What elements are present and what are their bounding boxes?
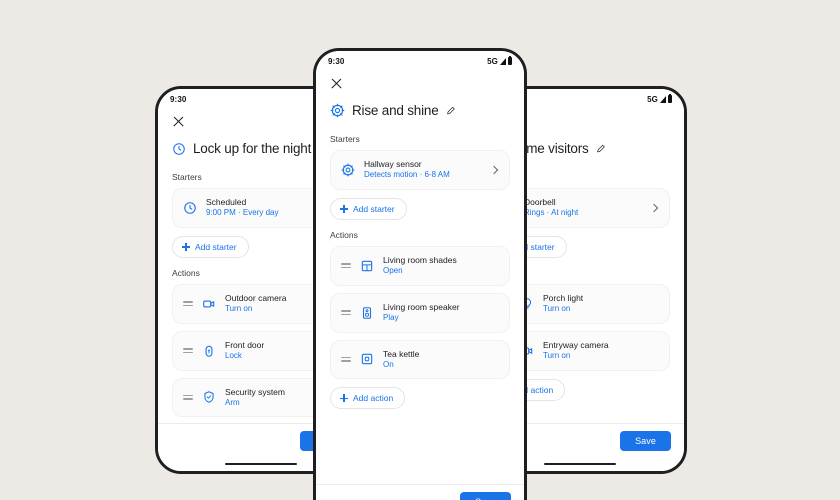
starter-title: Doorbell — [524, 197, 556, 207]
status-bar: 9:30 5G — [316, 51, 524, 71]
kettle-icon — [361, 354, 373, 365]
network-label: 5G — [647, 94, 658, 104]
page-title: Rise and shine — [352, 103, 439, 118]
starter-card-text: Doorbell Rings · At night — [524, 197, 642, 219]
drag-handle-icon[interactable] — [341, 263, 351, 269]
action-card[interactable]: Tea kettle On — [330, 339, 510, 380]
starter-subtitle: 9:00 PM · Every day — [206, 208, 279, 218]
add-starter-label: Add starter — [353, 203, 395, 214]
chevron-right-icon — [649, 203, 659, 213]
starter-title: Scheduled — [206, 197, 247, 207]
starters-section-label: Starters — [330, 134, 360, 144]
add-starter-button[interactable]: Add starter — [172, 235, 249, 258]
add-starter-button[interactable]: Add starter — [330, 197, 407, 220]
status-icons: 5G — [487, 55, 512, 66]
action-subtitle: On — [383, 359, 394, 369]
close-icon — [172, 115, 185, 128]
gear-icon — [330, 103, 345, 118]
lock-icon — [205, 345, 213, 357]
speaker-icon — [362, 306, 372, 319]
starter-subtitle: Rings · At night — [524, 208, 579, 218]
add-starter-label: Add starter — [195, 241, 237, 252]
action-card[interactable]: Living room shades Open — [330, 245, 510, 286]
chevron-right-icon — [489, 165, 499, 175]
phone-screen-center: 9:30 5G Rise and shine Starters Hallway … — [316, 51, 524, 500]
action-card-text: Entryway camera Turn on — [543, 340, 659, 362]
battery-icon — [508, 55, 512, 65]
signal-icon — [660, 95, 666, 103]
status-time: 9:30 — [328, 56, 345, 66]
shades-icon — [361, 260, 373, 271]
status-time: 9:30 — [170, 94, 187, 104]
actions-section-label: Actions — [330, 229, 358, 240]
action-subtitle: Open — [383, 265, 403, 275]
action-title: Porch light — [543, 292, 584, 303]
gear-icon — [341, 163, 355, 177]
edit-pencil-icon[interactable] — [446, 106, 456, 116]
action-title: Entryway camera — [543, 339, 609, 350]
edit-pencil-icon[interactable] — [596, 144, 606, 154]
plus-icon — [340, 394, 348, 403]
automation-title-row: Rise and shine — [316, 94, 524, 124]
starter-card-text: Hallway sensor Detects motion · 6-8 AM — [364, 159, 482, 181]
starter-card[interactable]: Hallway sensor Detects motion · 6-8 AM — [330, 150, 510, 190]
network-label: 5G — [487, 56, 498, 66]
close-icon — [330, 77, 343, 90]
phone-center: 9:30 5G Rise and shine Starters Hallway … — [313, 48, 527, 500]
save-button[interactable]: Save — [620, 431, 671, 451]
app-body-center: Rise and shine Starters Hallway sensor D… — [316, 71, 524, 500]
action-card[interactable]: Living room speaker Play — [330, 292, 510, 333]
starter-title: Hallway sensor — [364, 159, 422, 169]
add-action-label: Add action — [353, 393, 394, 404]
action-title: Living room shades — [383, 254, 457, 265]
drag-handle-icon[interactable] — [183, 348, 193, 354]
action-title: Living room speaker — [383, 301, 460, 312]
action-card-text: Living room shades Open — [383, 255, 499, 277]
plus-icon — [182, 242, 190, 251]
plus-icon — [340, 204, 348, 213]
save-button[interactable]: Save — [460, 492, 511, 500]
action-title: Tea kettle — [383, 348, 420, 359]
camera-icon — [203, 300, 215, 308]
clock-icon — [173, 142, 185, 155]
page-title: Lock up for the night — [193, 141, 312, 156]
starter-subtitle: Detects motion · 6-8 AM — [364, 170, 450, 180]
action-card-text: Living room speaker Play — [383, 302, 499, 324]
drag-handle-icon[interactable] — [183, 394, 193, 401]
drag-handle-icon[interactable] — [341, 310, 351, 316]
shield-icon — [204, 391, 214, 404]
signal-icon — [500, 57, 506, 65]
footer-bar: Save — [316, 484, 524, 500]
action-subtitle: Turn on — [543, 350, 571, 360]
close-button[interactable] — [316, 71, 524, 94]
starter-card-text: Scheduled 9:00 PM · Every day — [206, 197, 322, 219]
clock-icon — [184, 202, 196, 214]
battery-icon — [668, 93, 672, 103]
screenshot-stage: 9:30 5G Lock up for the night — [0, 0, 840, 500]
action-subtitle: Turn on — [543, 303, 571, 313]
scroll-area-center[interactable]: Starters Hallway sensor Detects motion ·… — [316, 124, 524, 447]
add-action-button[interactable]: Add action — [330, 387, 406, 410]
drag-handle-icon[interactable] — [341, 356, 351, 363]
action-card-text: Porch light Turn on — [543, 293, 659, 315]
action-subtitle: Play — [383, 312, 399, 322]
action-card-text: Tea kettle On — [383, 349, 499, 371]
drag-handle-icon[interactable] — [183, 301, 193, 307]
status-icons: 5G — [647, 93, 672, 104]
